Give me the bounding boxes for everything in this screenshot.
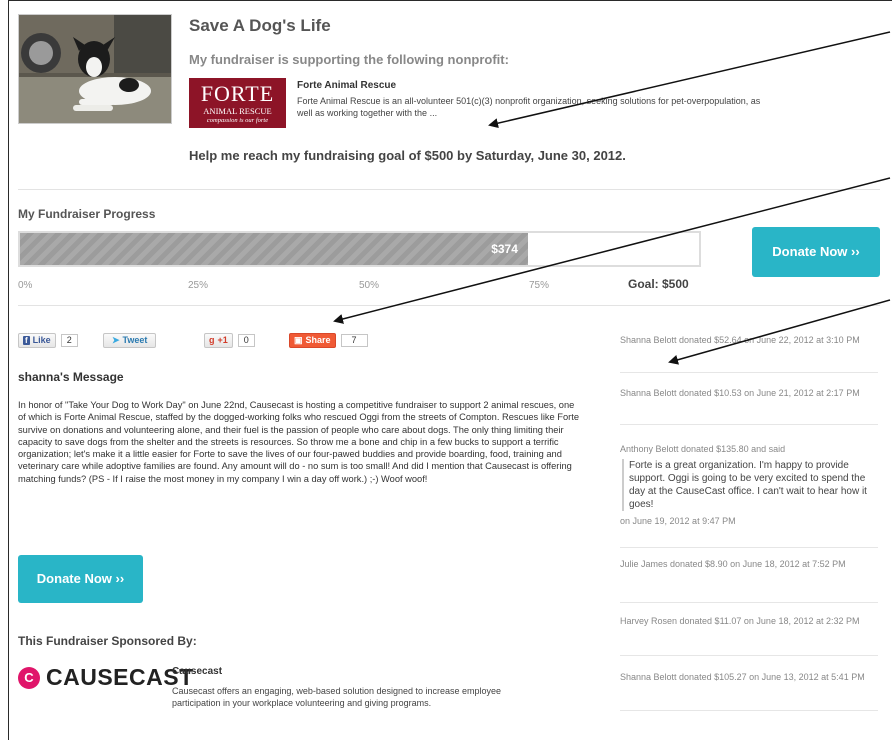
- annotation-arrows: [333, 31, 891, 365]
- annotation-arrow: [488, 31, 891, 129]
- annotation-arrow: [668, 299, 891, 365]
- annotation-arrow: [333, 177, 891, 324]
